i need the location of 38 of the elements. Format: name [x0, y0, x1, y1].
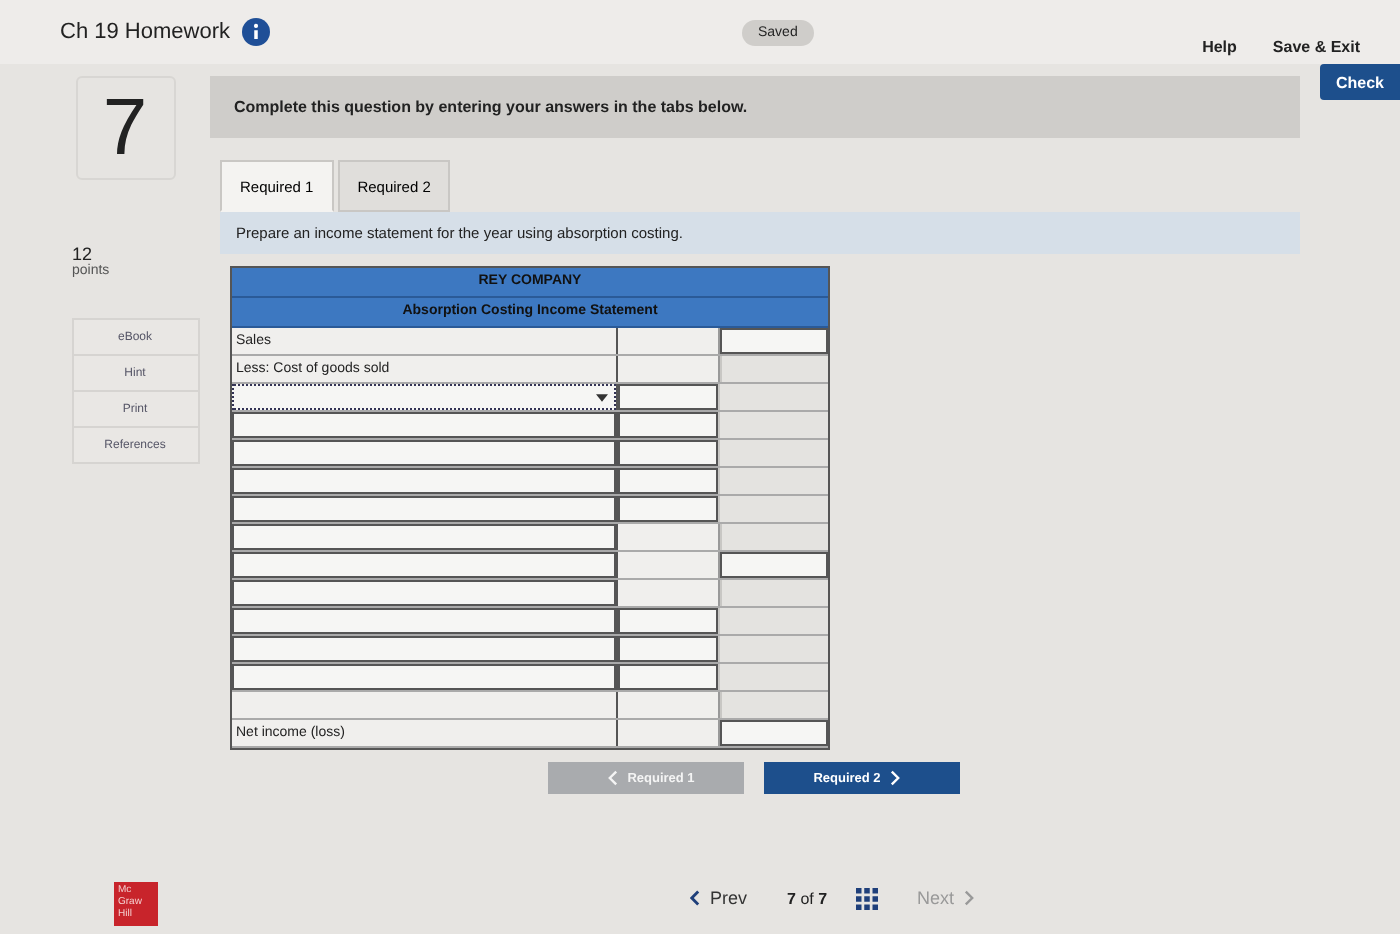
amount-input[interactable] — [618, 608, 718, 634]
info-icon[interactable] — [241, 18, 270, 46]
account-input[interactable] — [232, 664, 616, 690]
grid-icon[interactable] — [855, 887, 878, 909]
amount-input[interactable] — [618, 636, 718, 662]
chevron-right-icon — [890, 770, 901, 786]
total-input[interactable] — [720, 328, 828, 354]
caret-icon — [596, 393, 608, 401]
assignment-title: Ch 19 Homework — [60, 20, 230, 44]
chevron-left-icon — [690, 890, 700, 906]
account-input[interactable] — [232, 552, 616, 578]
amount-input[interactable] — [618, 412, 718, 438]
chevron-left-icon — [607, 770, 618, 786]
account-input[interactable] — [232, 412, 616, 438]
question-number: 7 — [75, 76, 175, 180]
account-input[interactable] — [232, 440, 616, 466]
account-input[interactable] — [232, 636, 616, 662]
header-link[interactable]: Save & Exit — [1272, 37, 1360, 55]
header-link[interactable]: Help — [1202, 37, 1237, 55]
chevron-right-icon — [964, 890, 975, 906]
amount-input[interactable] — [618, 440, 718, 466]
account-input[interactable] — [232, 524, 616, 550]
prev-button[interactable]: Prev — [668, 886, 760, 910]
amount-input[interactable] — [618, 664, 718, 690]
total-input[interactable] — [720, 720, 828, 746]
instruction-banner: Complete this question by entering your answers in the tabs below. — [210, 76, 1300, 138]
amount-input[interactable] — [618, 496, 718, 522]
points-value: 12 — [72, 244, 93, 264]
amount-input[interactable] — [618, 468, 718, 494]
check-button[interactable]: Check — [1319, 64, 1400, 100]
account-input[interactable] — [232, 468, 616, 494]
total-input[interactable] — [720, 552, 828, 578]
account-input[interactable] — [232, 580, 616, 606]
account-input[interactable] — [232, 496, 616, 522]
amount-input[interactable] — [618, 384, 718, 410]
page-position: 7 of 7 — [787, 889, 828, 907]
account-input[interactable] — [232, 608, 616, 634]
account-dropdown[interactable] — [232, 384, 616, 410]
